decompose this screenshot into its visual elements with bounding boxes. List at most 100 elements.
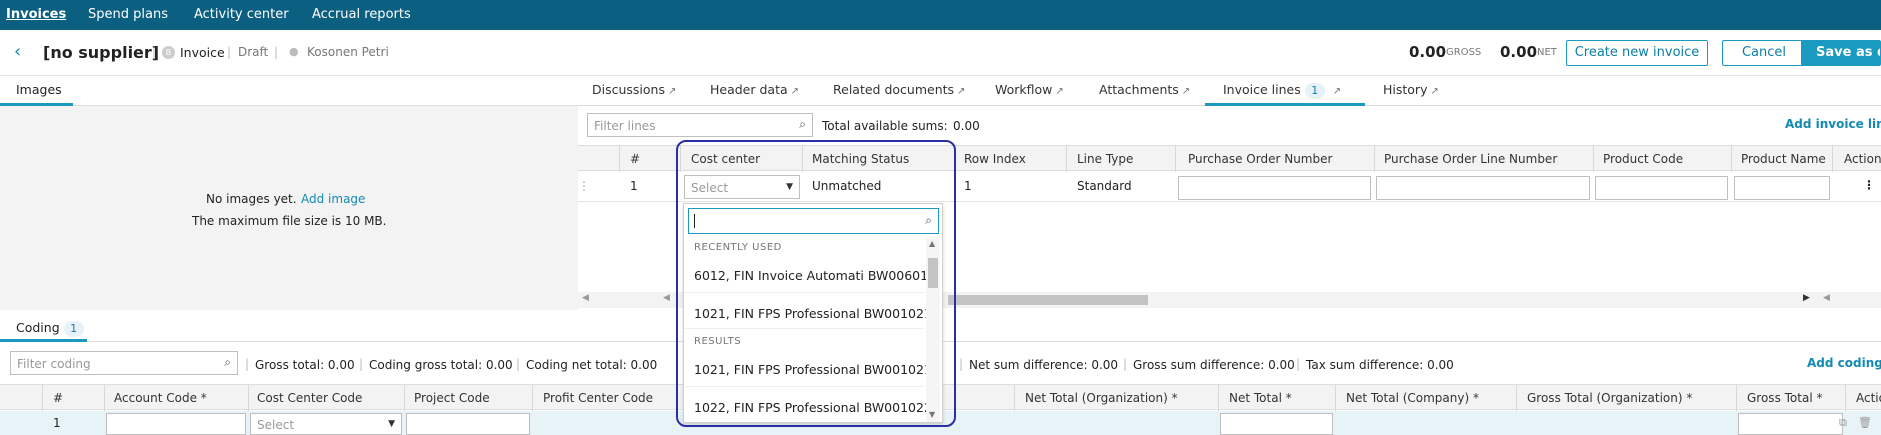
col-gross-total-organization[interactable]: Gross Total (Organization) * <box>1527 391 1692 405</box>
nav-invoices[interactable]: Invoices <box>6 7 66 22</box>
project-code-field[interactable] <box>406 413 530 435</box>
column-divider <box>1014 385 1015 411</box>
external-link-icon: ↗ <box>957 86 966 97</box>
column-divider <box>1335 385 1336 411</box>
col-profit-center-code[interactable]: Profit Center Code <box>543 391 653 405</box>
col-actions: Actio <box>1856 391 1881 405</box>
net-sum-difference: Net sum difference: 0.00 <box>969 358 1119 372</box>
tab-related-documents[interactable]: Related documents ↗ <box>833 82 965 97</box>
coding-count-badge: 1 <box>63 321 84 337</box>
col-purchase-order-line-number[interactable]: Purchase Order Line Number <box>1384 152 1557 166</box>
max-size-text: The maximum file size is 10 MB. <box>192 214 387 228</box>
external-link-icon: ↗ <box>668 86 677 97</box>
create-new-invoice-button[interactable]: Create new invoice <box>1566 40 1708 66</box>
column-divider <box>1593 146 1594 172</box>
filter-lines-input[interactable]: Filter lines ⌕ <box>587 113 813 137</box>
row-index: 1 <box>964 179 972 193</box>
col-project-code[interactable]: Project Code <box>414 391 490 405</box>
gross-amount: 0.00 <box>1409 43 1447 61</box>
active-tab-indicator <box>0 339 87 342</box>
row-number: 1 <box>53 416 61 430</box>
purchase-order-line-number-field[interactable] <box>1376 176 1590 200</box>
col-cost-center-code[interactable]: Cost Center Code <box>257 391 362 405</box>
gross-total-field[interactable] <box>1738 413 1843 435</box>
external-link-icon: ↗ <box>790 86 800 97</box>
drag-handle-icon[interactable]: ⋮ <box>578 179 590 193</box>
nav-activity-center[interactable]: Activity center <box>194 7 289 22</box>
tab-invoice-lines[interactable]: Invoice lines 1 ↗ <box>1223 82 1341 99</box>
divider: | <box>516 357 521 371</box>
nav-accrual-reports[interactable]: Accrual reports <box>312 7 411 22</box>
product-code-field[interactable] <box>1595 176 1728 200</box>
add-coding-link[interactable]: Add coding <box>1807 356 1881 370</box>
cost-center-code-select[interactable]: Select ▼ <box>250 413 402 435</box>
back-icon[interactable]: ‹ <box>14 41 21 62</box>
save-as-draft-button[interactable]: Save as dra <box>1801 40 1881 66</box>
scroll-right-icon[interactable]: ▶ <box>1803 293 1810 303</box>
col-gross-total[interactable]: Gross Total * <box>1747 391 1822 405</box>
purchase-order-number-field[interactable] <box>1178 176 1371 200</box>
divider: | <box>359 357 364 371</box>
scrollbar-thumb[interactable] <box>948 295 1148 305</box>
scroll-left-icon[interactable]: ◀ <box>1823 293 1830 303</box>
col-net-total-company[interactable]: Net Total (Company) * <box>1346 391 1479 405</box>
tab-history[interactable]: History ↗ <box>1383 82 1439 97</box>
column-divider <box>248 385 249 411</box>
column-divider <box>404 385 405 411</box>
filter-coding-input[interactable]: Filter coding ⌕ <box>10 351 238 375</box>
net-amount: 0.00 <box>1500 43 1538 61</box>
tab-workflow[interactable]: Workflow ↗ <box>995 82 1064 97</box>
col-net-total[interactable]: Net Total * <box>1229 391 1292 405</box>
column-divider <box>1845 385 1846 411</box>
nav-spend-plans[interactable]: Spend plans <box>88 7 168 22</box>
tab-coding[interactable]: Coding 1 <box>16 320 84 337</box>
divider: | <box>1123 357 1128 371</box>
column-divider <box>1736 385 1737 411</box>
search-icon: ⌕ <box>799 117 806 131</box>
column-divider <box>1731 146 1732 172</box>
gross-sum-difference: Gross sum difference: 0.00 <box>1133 358 1295 372</box>
divider: | <box>245 357 250 371</box>
doc-type: Invoice <box>180 45 225 60</box>
tab-attachments[interactable]: Attachments ↗ <box>1099 82 1190 97</box>
col-product-name[interactable]: Product Name <box>1741 152 1826 166</box>
highlight-ring <box>676 140 956 427</box>
tab-header-data[interactable]: Header data ↗ <box>710 82 799 97</box>
scroll-left-icon[interactable]: ◀ <box>663 293 670 303</box>
tax-sum-difference: Tax sum difference: 0.00 <box>1306 358 1454 372</box>
top-navigation: Invoices Spend plans Activity center Acc… <box>0 0 1881 30</box>
external-link-icon: ↗ <box>1181 86 1191 97</box>
copy-icon[interactable]: ⧉ <box>1839 416 1847 430</box>
col-line-type[interactable]: Line Type <box>1077 152 1133 166</box>
account-code-field[interactable] <box>106 413 246 435</box>
owner-name: Kosonen Petri <box>307 45 389 59</box>
filter-coding-placeholder: Filter coding <box>17 357 91 371</box>
cancel-button[interactable]: Cancel <box>1722 40 1806 66</box>
filter-lines-placeholder: Filter lines <box>594 119 656 133</box>
line-type: Standard <box>1077 179 1132 193</box>
row-actions-icon[interactable]: ⋮ <box>1863 178 1875 192</box>
tab-discussions[interactable]: Discussions ↗ <box>592 82 676 97</box>
add-image-link[interactable]: Add image <box>301 192 365 206</box>
column-divider <box>1516 385 1517 411</box>
col-number: # <box>630 152 641 166</box>
col-row-index[interactable]: Row Index <box>964 152 1026 166</box>
add-invoice-line-link[interactable]: Add invoice line <box>1785 117 1881 131</box>
delete-icon[interactable]: 🗑 <box>1858 416 1872 429</box>
product-name-field[interactable] <box>1734 176 1830 200</box>
tab-images[interactable]: Images <box>16 82 62 97</box>
column-divider <box>619 146 620 172</box>
col-product-code[interactable]: Product Code <box>1603 152 1683 166</box>
column-divider <box>1218 385 1219 411</box>
gross-total: Gross total: 0.00 <box>255 358 355 372</box>
net-label: NET <box>1537 47 1557 58</box>
divider: | <box>274 45 279 59</box>
invoice-header: ‹ [no supplier] | B Invoice | Draft | ● … <box>0 30 1881 76</box>
net-total-field[interactable] <box>1220 413 1333 435</box>
scroll-left-icon[interactable]: ◀ <box>582 293 589 303</box>
column-divider <box>1066 146 1067 172</box>
col-purchase-order-number[interactable]: Purchase Order Number <box>1188 152 1332 166</box>
col-account-code[interactable]: Account Code * <box>114 391 207 405</box>
divider: | <box>227 45 232 59</box>
col-net-total-organization[interactable]: Net Total (Organization) * <box>1025 391 1178 405</box>
